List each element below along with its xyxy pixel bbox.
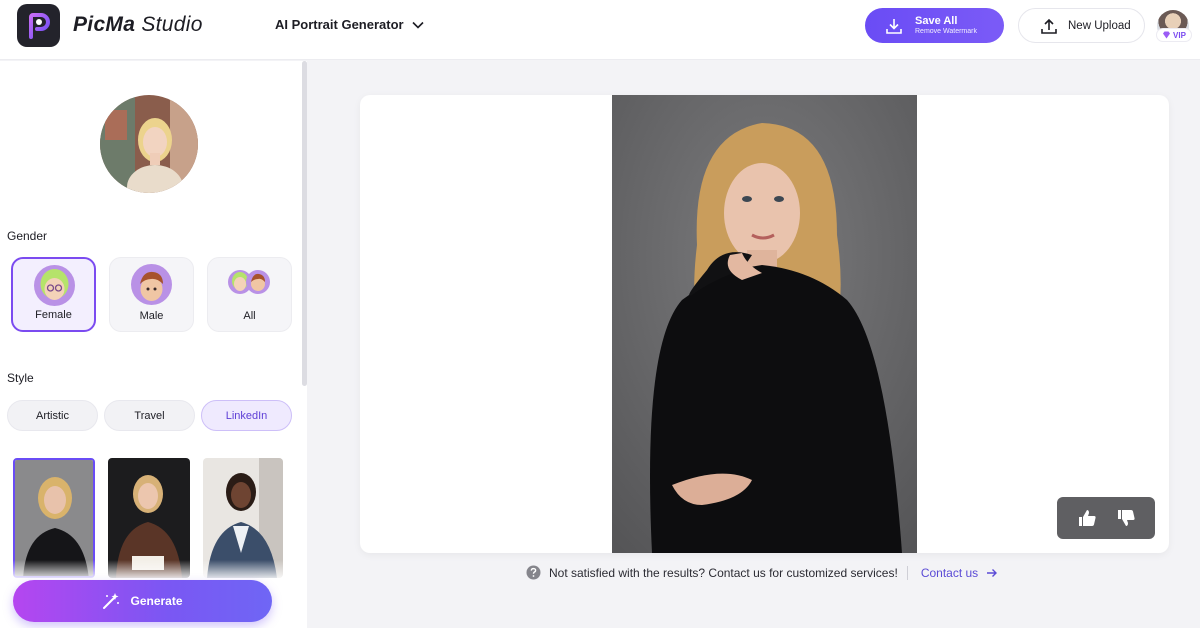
gender-label: Female <box>35 309 72 321</box>
vip-badge: VIP <box>1156 28 1192 42</box>
top-bar: PicMa Studio AI Portrait Generator Save … <box>0 0 1200 60</box>
style-title: Style <box>7 371 34 385</box>
picma-logo-icon[interactable] <box>17 4 60 47</box>
save-all-button[interactable]: Save All Remove Watermark <box>865 8 1004 43</box>
help-circle-icon <box>526 565 541 580</box>
gender-label: Male <box>139 310 164 322</box>
chevron-down-icon <box>412 21 424 29</box>
gender-option-male[interactable]: Male <box>109 257 194 332</box>
tool-selector-label: AI Portrait Generator <box>275 17 404 32</box>
gender-title: Gender <box>7 229 48 243</box>
generated-portrait <box>612 95 917 553</box>
brand-light: Studio <box>135 13 203 36</box>
generate-label: Generate <box>130 594 183 608</box>
download-icon <box>886 18 902 34</box>
gender-option-all[interactable]: All <box>207 257 292 332</box>
vip-label: VIP <box>1173 30 1186 40</box>
generate-button[interactable]: Generate <box>13 580 272 622</box>
female-avatar <box>34 265 75 306</box>
style-tab-travel[interactable]: Travel <box>104 400 195 431</box>
gender-option-female[interactable]: Female <box>11 257 96 332</box>
result-preview <box>360 95 1169 553</box>
magic-wand-icon <box>103 593 120 609</box>
style-tab-linkedin[interactable]: LinkedIn <box>201 400 292 431</box>
male-avatar <box>131 264 172 305</box>
contact-us-label: Contact us <box>920 565 979 580</box>
diamond-icon <box>1163 31 1171 39</box>
save-all-label: Save All <box>915 15 958 27</box>
upload-icon <box>1041 18 1057 34</box>
app-brand: PicMa Studio <box>73 13 203 37</box>
tool-selector[interactable]: AI Portrait Generator <box>275 17 424 32</box>
feedback-bar: Not satisfied with the results? Contact … <box>526 565 998 580</box>
brand-bold: PicMa <box>73 13 136 36</box>
gender-label: All <box>243 310 256 322</box>
arrow-right-icon <box>987 568 998 577</box>
new-upload-label: New Upload <box>1068 19 1131 32</box>
divider <box>906 565 908 580</box>
uploaded-photo[interactable] <box>100 95 198 193</box>
remove-watermark-label: Remove Watermark <box>915 28 977 35</box>
sidebar-scrollbar[interactable] <box>302 61 307 386</box>
feedback-text: Not satisfied with the results? Contact … <box>549 565 898 580</box>
thumbs-down-icon[interactable] <box>1116 508 1136 528</box>
contact-us-link[interactable]: Contact us <box>921 566 998 580</box>
male-mini-avatar <box>246 270 270 294</box>
rating-panel <box>1057 497 1155 539</box>
new-upload-button[interactable]: New Upload <box>1018 8 1145 43</box>
thumbs-up-icon[interactable] <box>1077 508 1097 528</box>
style-tab-artistic[interactable]: Artistic <box>7 400 98 431</box>
